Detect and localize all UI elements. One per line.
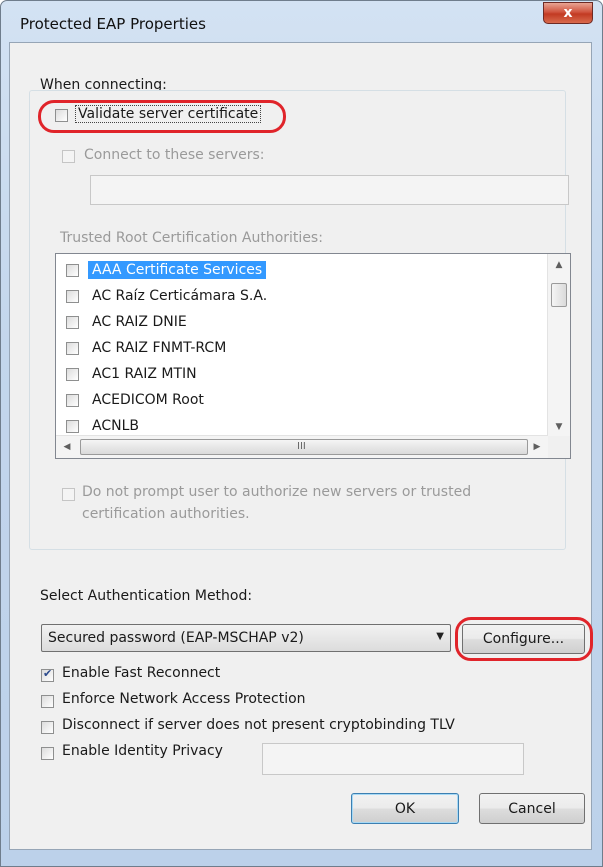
ca-list-item[interactable]: AC Raíz Certicámara S.A. [56,284,546,310]
validate-cert-highlight [38,100,286,133]
ok-button[interactable]: OK [351,793,459,824]
scroll-left-icon[interactable]: ◀ [58,436,76,458]
ca-item-label: AC RAIZ FNMT-RCM [92,340,227,356]
scroll-down-icon[interactable]: ▼ [548,418,570,436]
no-prompt-checkbox[interactable] [62,488,75,501]
ca-item-checkbox[interactable] [66,316,79,329]
connect-servers-checkbox[interactable] [62,150,75,163]
scrollbar-corner [548,436,570,458]
ca-list-item[interactable]: AC RAIZ FNMT-RCM [56,336,546,362]
ca-item-checkbox[interactable] [66,368,79,381]
auth-method-heading: Select Authentication Method: [40,588,253,604]
connect-servers-label: Connect to these servers: [84,147,265,163]
ca-item-label: AAA Certificate Services [88,261,267,279]
fast-reconnect-label[interactable]: Enable Fast Reconnect [62,665,220,681]
configure-highlight [455,617,593,661]
scroll-grip: III [297,441,306,452]
identity-privacy-checkbox[interactable] [41,747,54,760]
ca-list-item[interactable]: AAA Certificate Services [56,258,546,284]
connect-servers-input[interactable] [90,175,569,205]
ok-button-label: OK [394,800,416,817]
ca-item-label: AC Raíz Certicámara S.A. [92,288,268,304]
ca-item-checkbox[interactable] [66,290,79,303]
ca-list-vertical-scrollbar[interactable]: ▲ ▼ [547,254,570,436]
auth-method-select[interactable]: Secured password (EAP-MSCHAP v2) ▼ [41,624,451,652]
cryptobinding-checkbox[interactable] [41,721,54,734]
ca-item-label: AC1 RAIZ MTIN [92,366,197,382]
auth-method-value: Secured password (EAP-MSCHAP v2) [48,630,304,646]
dropdown-arrow-icon: ▼ [436,631,444,642]
cryptobinding-label[interactable]: Disconnect if server does not present cr… [62,717,455,733]
ca-item-label: ACNLB [92,418,139,434]
fast-reconnect-checkbox[interactable] [41,667,54,682]
ca-list-item[interactable]: AC1 RAIZ MTIN [56,362,546,388]
cancel-button[interactable]: Cancel [479,793,585,824]
ca-item-checkbox[interactable] [66,342,79,355]
ca-item-checkbox[interactable] [66,420,79,433]
ca-list-item[interactable]: ACEDICOM Root [56,388,546,414]
window-title: Protected EAP Properties [20,15,206,33]
cancel-button-label: Cancel [508,800,556,817]
ca-item-checkbox[interactable] [66,394,79,407]
ca-item-label: AC RAIZ DNIE [92,314,187,330]
identity-privacy-input[interactable] [262,743,524,775]
no-prompt-label-line2: certification authorities. [82,506,250,522]
close-icon: x [563,5,573,21]
trusted-ca-label: Trusted Root Certification Authorities: [60,230,323,246]
ca-list-item[interactable]: AC RAIZ DNIE [56,310,546,336]
ca-item-checkbox[interactable] [66,264,79,277]
ca-list-horizontal-scrollbar[interactable]: ◀ III ▶ [56,435,548,458]
scroll-right-icon[interactable]: ▶ [528,436,546,458]
enforce-nap-label[interactable]: Enforce Network Access Protection [62,691,306,707]
title-bar[interactable]: Protected EAP Properties x [0,0,603,40]
ca-item-label: ACEDICOM Root [92,392,204,408]
no-prompt-label-line1: Do not prompt user to authorize new serv… [82,484,472,500]
identity-privacy-label[interactable]: Enable Identity Privacy [62,743,223,759]
enforce-nap-checkbox[interactable] [41,695,54,708]
trusted-ca-list[interactable]: AAA Certificate Services AC Raíz Certicá… [55,253,571,459]
close-button[interactable]: x [543,2,593,24]
vertical-scroll-thumb[interactable] [551,283,567,307]
protected-eap-properties-dialog: Protected EAP Properties x When connecti… [0,0,603,867]
horizontal-scroll-thumb[interactable]: III [80,439,528,455]
scroll-up-icon[interactable]: ▲ [548,256,570,274]
